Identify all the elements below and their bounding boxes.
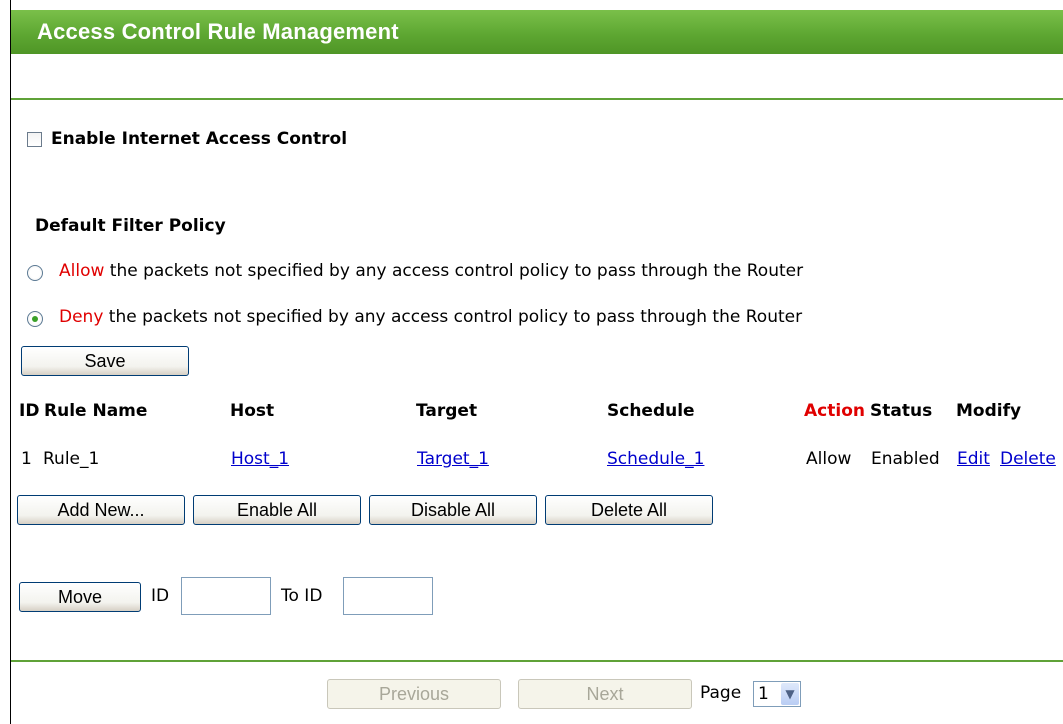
- enable-all-button[interactable]: Enable All: [193, 495, 361, 525]
- col-header-rule-name: Rule Name: [44, 401, 148, 421]
- divider-bottom: [11, 660, 1063, 662]
- page-select-value: 1: [758, 684, 769, 704]
- page-label: Page: [700, 683, 742, 703]
- allow-keyword: Allow: [59, 261, 105, 281]
- allow-policy-text: the packets not specified by any access …: [104, 261, 804, 281]
- disable-all-button[interactable]: Disable All: [369, 495, 537, 525]
- move-button[interactable]: Move: [19, 582, 141, 612]
- deny-policy-radio[interactable]: [27, 311, 43, 327]
- filter-policy-heading: Default Filter Policy: [35, 216, 226, 236]
- save-button[interactable]: Save: [21, 346, 189, 376]
- col-header-action: Action: [804, 401, 865, 421]
- cell-id: 1: [21, 449, 32, 469]
- cell-action: Allow: [806, 449, 852, 469]
- deny-keyword: Deny: [59, 307, 104, 327]
- edit-link[interactable]: Edit: [957, 449, 990, 469]
- col-header-host: Host: [230, 401, 275, 421]
- deny-policy-text: the packets not specified by any access …: [103, 307, 803, 327]
- delete-all-button[interactable]: Delete All: [545, 495, 713, 525]
- col-header-status: Status: [870, 401, 933, 421]
- next-button[interactable]: Next: [518, 679, 692, 709]
- cell-rule-name: Rule_1: [43, 449, 100, 469]
- col-header-id: ID: [19, 401, 40, 421]
- previous-button[interactable]: Previous: [327, 679, 501, 709]
- page-select[interactable]: 1 ▼: [753, 681, 801, 707]
- col-header-modify: Modify: [956, 401, 1022, 421]
- page-frame: Access Control Rule Management Enable In…: [10, 0, 1063, 724]
- to-id-label: To ID: [281, 586, 323, 606]
- col-header-schedule: Schedule: [607, 401, 695, 421]
- divider-top: [11, 98, 1063, 100]
- host-link[interactable]: Host_1: [231, 449, 289, 469]
- col-header-target: Target: [416, 401, 478, 421]
- enable-access-control-checkbox[interactable]: [27, 132, 42, 147]
- move-id-label: ID: [151, 586, 170, 606]
- move-id-input[interactable]: [181, 577, 271, 615]
- enable-access-control-label: Enable Internet Access Control: [51, 129, 348, 149]
- deny-policy-label: Deny the packets not specified by any ac…: [59, 307, 802, 327]
- to-id-input[interactable]: [343, 577, 433, 615]
- page-title: Access Control Rule Management: [37, 19, 399, 44]
- schedule-link[interactable]: Schedule_1: [607, 449, 704, 469]
- allow-policy-label: Allow the packets not specified by any a…: [59, 261, 803, 281]
- add-new-button[interactable]: Add New...: [17, 495, 185, 525]
- radio-selected-dot: [32, 316, 38, 322]
- target-link[interactable]: Target_1: [417, 449, 489, 469]
- chevron-down-icon[interactable]: ▼: [781, 683, 799, 705]
- title-bar: Access Control Rule Management: [11, 10, 1063, 54]
- delete-link[interactable]: Delete: [1000, 449, 1056, 469]
- cell-status: Enabled: [871, 449, 940, 469]
- allow-policy-radio[interactable]: [27, 265, 43, 281]
